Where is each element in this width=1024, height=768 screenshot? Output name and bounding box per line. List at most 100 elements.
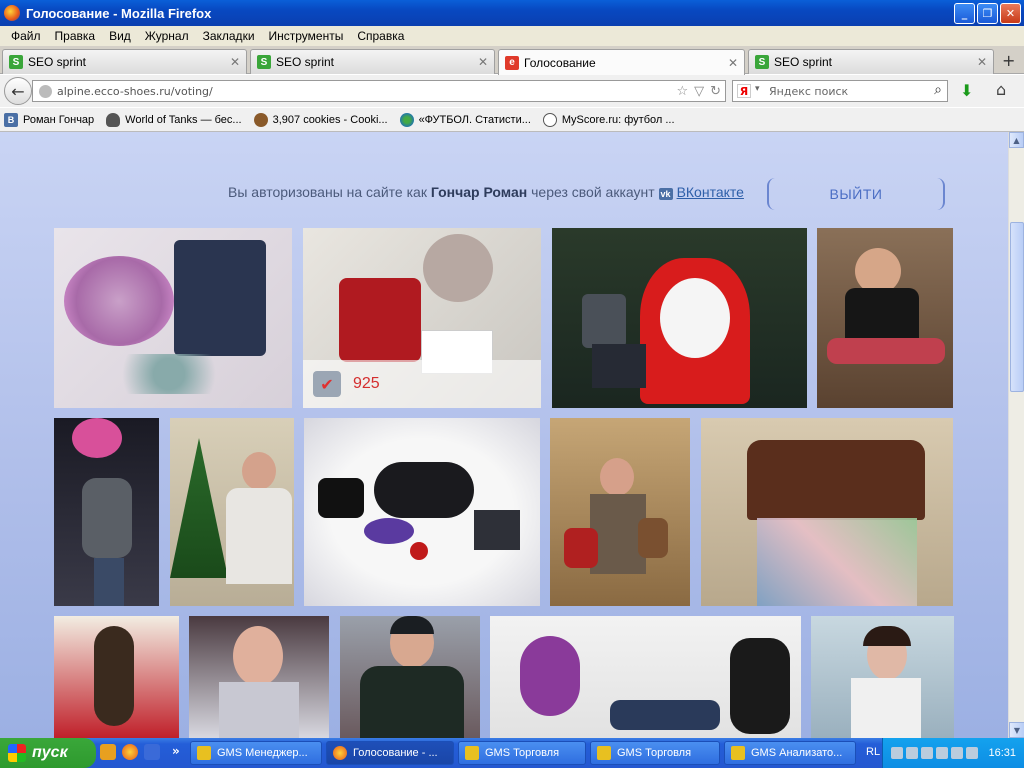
- restore-button[interactable]: ❐: [977, 3, 998, 24]
- language-indicator[interactable]: RL: [866, 746, 880, 758]
- new-tab-button[interactable]: +: [1002, 51, 1015, 70]
- task-voting-firefox[interactable]: Голосование - ...: [326, 741, 454, 765]
- ecco-icon: e: [505, 55, 519, 70]
- grey-bag-shape: [82, 478, 132, 558]
- bookmark-myscore[interactable]: MyScore.ru: футбол ...: [542, 112, 675, 127]
- dropdown-arrow-icon[interactable]: ▽: [694, 84, 704, 99]
- gms-icon: [197, 746, 211, 760]
- voting-photo-woman-office[interactable]: [811, 616, 954, 738]
- tray-sync-icon[interactable]: [921, 747, 934, 759]
- back-button[interactable]: ←: [4, 77, 32, 105]
- start-label: пуск: [32, 744, 68, 761]
- bookmark-football[interactable]: «ФУТБОЛ. Статисти...: [399, 112, 531, 127]
- red-bag-shape: [564, 528, 598, 568]
- bookmark-world-of-tanks[interactable]: World of Tanks — бес...: [106, 112, 242, 127]
- voting-photo-doll[interactable]: [54, 616, 179, 738]
- tray-back-icon[interactable]: [891, 747, 904, 759]
- bookmarks-bar: B Роман Гончар World of Tanks — бес... 3…: [0, 108, 1024, 132]
- tray-network-icon[interactable]: [936, 747, 949, 759]
- bookmark-star-icon[interactable]: ☆: [676, 84, 688, 99]
- scroll-up-arrow[interactable]: ▲: [1009, 132, 1024, 148]
- menu-history[interactable]: Журнал: [138, 29, 196, 43]
- boot-shape: [318, 478, 364, 518]
- minimize-button[interactable]: _: [954, 3, 975, 24]
- tab-close-icon[interactable]: ✕: [977, 55, 987, 69]
- start-button[interactable]: пуск: [0, 738, 96, 768]
- voting-photo-woman-hallway[interactable]: [550, 418, 690, 606]
- tab-label: SEO sprint: [276, 55, 335, 69]
- menu-help[interactable]: Справка: [350, 29, 411, 43]
- window-title: Голосование - Mozilla Firefox: [26, 5, 212, 21]
- firefox-icon: [4, 5, 20, 21]
- voting-photo-girl-portrait[interactable]: [189, 616, 329, 738]
- tab-close-icon[interactable]: ✕: [478, 55, 488, 69]
- voting-photo-girl-bag[interactable]: [817, 228, 953, 408]
- voting-photo-child-red-bag[interactable]: ✔ 925: [303, 228, 541, 408]
- task-label: GMS Менеджер...: [217, 747, 308, 759]
- voting-photo-brown-bag-shelf[interactable]: [701, 418, 953, 606]
- task-gms-trade-1[interactable]: GMS Торговля: [458, 741, 586, 765]
- task-gms-analyzer[interactable]: GMS Анализато...: [724, 741, 856, 765]
- search-icon[interactable]: ⌕: [934, 82, 942, 98]
- menu-view[interactable]: Вид: [102, 29, 138, 43]
- menu-file[interactable]: Файл: [4, 29, 48, 43]
- voting-photo-santa[interactable]: [552, 228, 807, 408]
- tab-label: Голосование: [524, 55, 596, 70]
- tab-close-icon[interactable]: ✕: [230, 55, 240, 69]
- rose-shape: [410, 542, 428, 560]
- seo-sprint-icon: S: [257, 55, 271, 69]
- navigation-bar: ← alpine.ecco-shoes.ru/voting/ ☆ ▽ ↻ Я ▾…: [0, 75, 1024, 107]
- logout-button[interactable]: ВЫЙТИ: [767, 178, 945, 210]
- quick-launch-app-icon[interactable]: [100, 744, 116, 760]
- menu-edit[interactable]: Правка: [48, 29, 103, 43]
- vertical-scrollbar[interactable]: ▲ ▼: [1008, 132, 1024, 738]
- tab-seo-sprint-1[interactable]: S SEO sprint ✕: [2, 49, 247, 74]
- task-label: GMS Анализато...: [751, 747, 843, 759]
- like-badge[interactable]: ✔ 925: [303, 360, 541, 408]
- scroll-thumb[interactable]: [1010, 222, 1024, 392]
- voting-photo-man-tree[interactable]: [170, 418, 294, 606]
- girl-face-shape: [233, 626, 283, 686]
- bookmark-cookies[interactable]: 3,907 cookies - Cooki...: [253, 112, 388, 127]
- tab-voting[interactable]: e Голосование ✕: [498, 49, 745, 75]
- man-head-shape: [242, 452, 276, 490]
- task-gms-trade-2[interactable]: GMS Торговля: [590, 741, 720, 765]
- voting-photo-man-mall[interactable]: [340, 616, 480, 738]
- tray-network-icon[interactable]: [951, 747, 964, 759]
- search-engine-dropdown-icon[interactable]: ▾: [755, 84, 760, 94]
- toys-shelf-shape: [757, 518, 917, 606]
- download-icon[interactable]: ⬇: [960, 81, 973, 100]
- reload-icon[interactable]: ↻: [710, 84, 721, 99]
- home-icon[interactable]: ⌂: [996, 80, 1006, 99]
- window-titlebar: Голосование - Mozilla Firefox _ ❐ ✕: [0, 0, 1024, 26]
- voting-photo-woman-snow[interactable]: [54, 418, 159, 606]
- mask-shape: [364, 518, 414, 544]
- like-thumb-icon[interactable]: ✔: [313, 371, 341, 397]
- bookmark-vk[interactable]: B Роман Гончар: [4, 112, 94, 127]
- system-tray: 16:31: [882, 738, 1024, 768]
- like-count: 925: [353, 375, 380, 392]
- address-bar[interactable]: alpine.ecco-shoes.ru/voting/ ☆ ▽ ↻: [32, 80, 726, 102]
- dark-bag-shape: [592, 344, 646, 388]
- firefox-quick-icon[interactable]: [122, 744, 138, 760]
- menu-tools[interactable]: Инструменты: [262, 29, 351, 43]
- search-input[interactable]: Я ▾ Яндекс поиск ⌕: [732, 80, 948, 102]
- tab-close-icon[interactable]: ✕: [728, 56, 738, 70]
- gms-icon: [465, 746, 479, 760]
- quick-launch-more-icon[interactable]: »: [172, 744, 180, 758]
- tray-network-icon[interactable]: [966, 747, 979, 759]
- brown-bag-shape: [638, 518, 668, 558]
- close-window-button[interactable]: ✕: [1000, 3, 1021, 24]
- ie-quick-icon[interactable]: [144, 744, 160, 760]
- girl-purple-shape: [520, 636, 580, 716]
- vk-link[interactable]: ВКонтакте: [677, 184, 744, 200]
- task-gms-manager[interactable]: GMS Менеджер...: [190, 741, 322, 765]
- scroll-down-arrow[interactable]: ▼: [1009, 722, 1024, 738]
- menu-bookmarks[interactable]: Закладки: [196, 29, 262, 43]
- voting-photo-accessories[interactable]: [304, 418, 540, 606]
- tray-network-icon[interactable]: [906, 747, 919, 759]
- tab-seo-sprint-3[interactable]: S SEO sprint ✕: [748, 49, 994, 74]
- voting-photo-tug-of-war[interactable]: [490, 616, 801, 738]
- tab-seo-sprint-2[interactable]: S SEO sprint ✕: [250, 49, 495, 74]
- voting-photo-bag-bouquet[interactable]: [54, 228, 292, 408]
